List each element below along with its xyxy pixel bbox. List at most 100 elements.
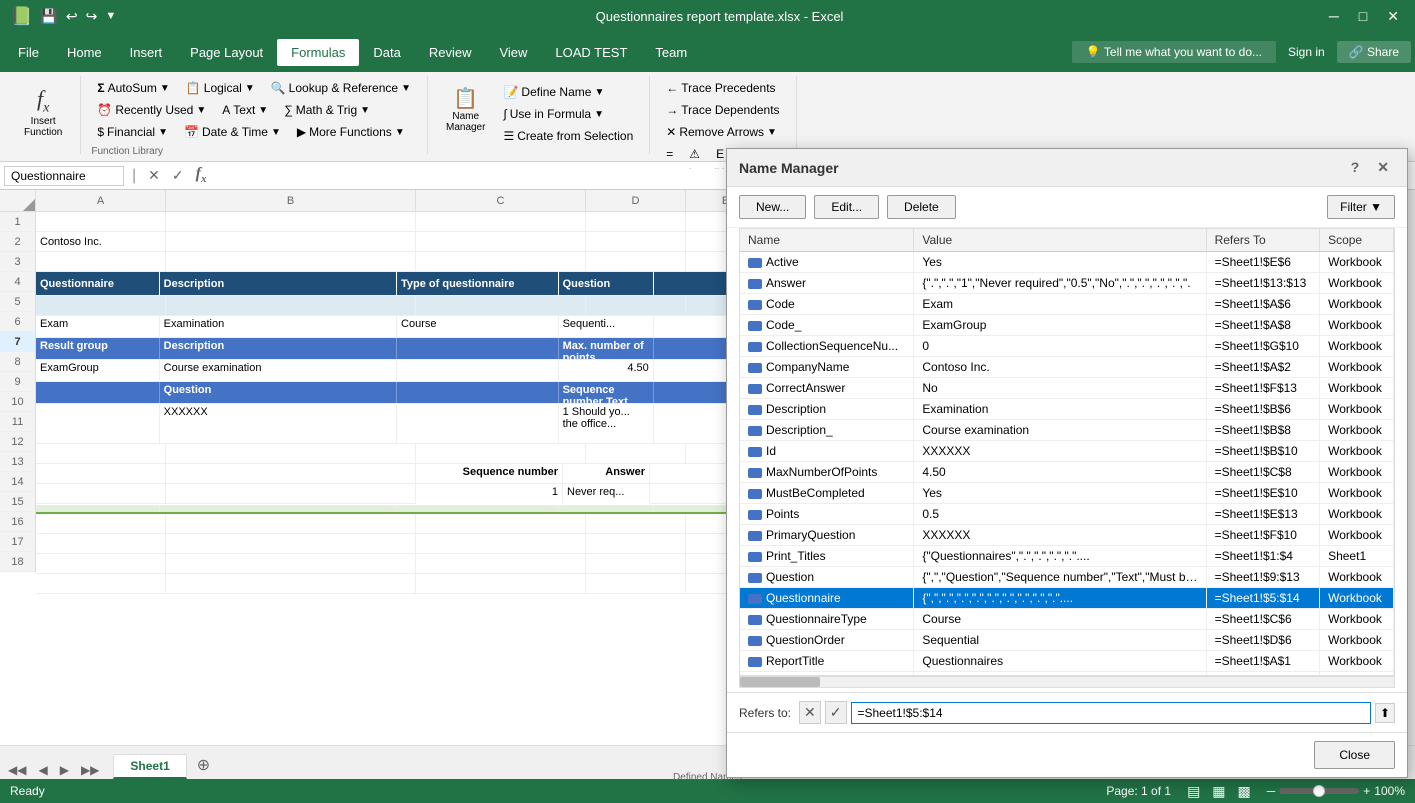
nm-cell-name-1[interactable]: Answer xyxy=(740,273,914,294)
nm-table-row-5[interactable]: CompanyName Contoso Inc. =Sheet1!$A$2 Wo… xyxy=(740,357,1394,378)
cell-e3[interactable] xyxy=(686,252,730,272)
cell-e15[interactable] xyxy=(686,514,730,534)
cell-b7[interactable]: Description xyxy=(160,338,397,359)
cell-b2[interactable] xyxy=(166,232,416,252)
cell-d7[interactable]: Max. number of points xyxy=(559,338,654,359)
sheet-scroll-prev[interactable]: ◀ xyxy=(34,761,51,779)
math-trig-btn[interactable]: ∑ Math & Trig ▼ xyxy=(278,100,376,120)
cell-c5[interactable] xyxy=(416,296,586,316)
nm-table-row-12[interactable]: Points 0.5 =Sheet1!$E$13 Workbook xyxy=(740,504,1394,525)
cell-e13[interactable] xyxy=(650,484,730,504)
nm-cell-name-3[interactable]: Code_ xyxy=(740,315,914,336)
cell-d9[interactable]: Sequence number Text xyxy=(559,382,654,403)
cell-e17[interactable] xyxy=(686,554,730,574)
header-e4[interactable] xyxy=(654,272,730,295)
cell-e10[interactable] xyxy=(654,404,730,443)
header-a4[interactable]: Questionnaire xyxy=(36,272,160,295)
menu-load-test[interactable]: LOAD TEST xyxy=(541,39,641,66)
cell-a16[interactable] xyxy=(36,534,166,554)
cell-c6[interactable]: Course xyxy=(397,316,559,337)
cell-a7[interactable]: Result group xyxy=(36,338,160,359)
remove-arrows-btn[interactable]: ✕ Remove Arrows ▼ xyxy=(660,122,783,142)
nm-table-row-13[interactable]: PrimaryQuestion XXXXXX =Sheet1!$F$10 Wor… xyxy=(740,525,1394,546)
filter-btn[interactable]: Filter ▼ xyxy=(1327,195,1395,219)
cell-a2[interactable]: Contoso Inc. xyxy=(36,232,166,252)
cell-c17[interactable] xyxy=(416,554,586,574)
nm-table-row-6[interactable]: CorrectAnswer No =Sheet1!$F$13 Workbook xyxy=(740,378,1394,399)
cell-d16[interactable] xyxy=(586,534,686,554)
zoom-out-btn[interactable]: ─ xyxy=(1267,784,1276,798)
sheet-scroll-left[interactable]: ◀◀ xyxy=(4,761,30,779)
cell-e12[interactable] xyxy=(650,464,730,484)
cell-d14[interactable] xyxy=(559,506,654,512)
cell-b3[interactable] xyxy=(166,252,416,272)
menu-insert[interactable]: Insert xyxy=(116,39,177,66)
quick-access-more[interactable]: ▼ xyxy=(105,10,116,22)
maximize-btn[interactable]: □ xyxy=(1353,6,1373,27)
insert-function-formula-btn[interactable]: fx xyxy=(192,163,211,187)
cell-c3[interactable] xyxy=(416,252,586,272)
nm-table-row-14[interactable]: Print_Titles {"Questionnaires",".",".","… xyxy=(740,546,1394,567)
cell-a12[interactable] xyxy=(36,464,166,484)
nm-cell-name-6[interactable]: CorrectAnswer xyxy=(740,378,914,399)
date-time-btn[interactable]: 📅 Date & Time ▼ xyxy=(178,122,287,142)
cell-b6[interactable]: Examination xyxy=(160,316,397,337)
dialog-close-x-btn[interactable]: ✕ xyxy=(1371,157,1395,178)
nm-table-row-3[interactable]: Code_ ExamGroup =Sheet1!$A$8 Workbook xyxy=(740,315,1394,336)
header-b4[interactable]: Description xyxy=(160,272,397,295)
cell-c9[interactable] xyxy=(397,382,559,403)
nm-cell-name-11[interactable]: MustBeCompleted xyxy=(740,483,914,504)
text-btn[interactable]: A Text ▼ xyxy=(216,100,274,120)
cell-c11[interactable] xyxy=(416,444,586,464)
cell-e9[interactable] xyxy=(654,382,730,403)
cell-b10[interactable]: XXXXXX xyxy=(160,404,397,443)
menu-team[interactable]: Team xyxy=(641,39,701,66)
cell-e2[interactable] xyxy=(686,232,730,252)
more-functions-btn[interactable]: ▶ More Functions ▼ xyxy=(291,122,411,142)
cell-e18[interactable] xyxy=(686,574,730,594)
cell-d15[interactable] xyxy=(586,514,686,534)
refers-expand-btn[interactable]: ⬆ xyxy=(1375,703,1395,723)
cell-c2[interactable] xyxy=(416,232,586,252)
cell-c8[interactable] xyxy=(397,360,559,381)
refers-confirm-btn[interactable]: ✓ xyxy=(825,701,847,724)
cell-b1[interactable] xyxy=(166,212,416,232)
cell-b9[interactable]: Question xyxy=(160,382,397,403)
nm-cell-name-5[interactable]: CompanyName xyxy=(740,357,914,378)
cell-d3[interactable] xyxy=(586,252,686,272)
header-c4[interactable]: Type of questionnaire xyxy=(397,272,559,295)
nm-cell-name-0[interactable]: Active xyxy=(740,252,914,273)
nm-table-row-18[interactable]: QuestionOrder Sequential =Sheet1!$D$6 Wo… xyxy=(740,630,1394,651)
dialog-close-btn[interactable]: Close xyxy=(1314,741,1395,769)
close-btn[interactable]: ✕ xyxy=(1381,6,1405,27)
cell-d12[interactable]: Answer xyxy=(563,464,650,483)
minimize-btn[interactable]: ─ xyxy=(1323,6,1345,27)
cell-a3[interactable] xyxy=(36,252,166,272)
cell-d10[interactable]: 1 Should yo...the office... xyxy=(559,404,654,443)
cell-a11[interactable] xyxy=(36,444,166,464)
name-manager-btn[interactable]: 📋 NameManager xyxy=(438,82,493,137)
page-break-view-btn[interactable]: ▩ xyxy=(1234,781,1255,802)
logical-btn[interactable]: 📋 Logical ▼ xyxy=(180,78,261,98)
nm-cell-name-12[interactable]: Points xyxy=(740,504,914,525)
nm-cell-name-15[interactable]: Question xyxy=(740,567,914,588)
nm-table-row-17[interactable]: QuestionnaireType Course =Sheet1!$C$6 Wo… xyxy=(740,609,1394,630)
nm-table-row-0[interactable]: Active Yes =Sheet1!$E$6 Workbook xyxy=(740,252,1394,273)
menu-data[interactable]: Data xyxy=(359,39,414,66)
nm-cell-name-10[interactable]: MaxNumberOfPoints xyxy=(740,462,914,483)
nm-table-row-4[interactable]: CollectionSequenceNu... 0 =Sheet1!$G$10 … xyxy=(740,336,1394,357)
quick-access-undo[interactable]: ↩ xyxy=(66,8,78,25)
cell-a13[interactable] xyxy=(36,484,166,504)
name-box[interactable] xyxy=(4,166,124,186)
cell-d5[interactable] xyxy=(586,296,686,316)
cell-e5[interactable] xyxy=(686,296,730,316)
cell-a18[interactable] xyxy=(36,574,166,594)
share-btn[interactable]: 🔗 Share xyxy=(1337,41,1411,63)
nm-cell-name-8[interactable]: Description_ xyxy=(740,420,914,441)
nm-table-container[interactable]: Name Value Refers To Scope Active Yes =S… xyxy=(739,228,1395,676)
show-formulas-btn[interactable]: = xyxy=(660,144,679,164)
header-d4[interactable]: Question xyxy=(559,272,654,295)
sheet-scroll-right[interactable]: ▶▶ xyxy=(77,761,103,779)
cell-a5[interactable] xyxy=(36,296,166,316)
cell-d8[interactable]: 4.50 xyxy=(559,360,654,381)
